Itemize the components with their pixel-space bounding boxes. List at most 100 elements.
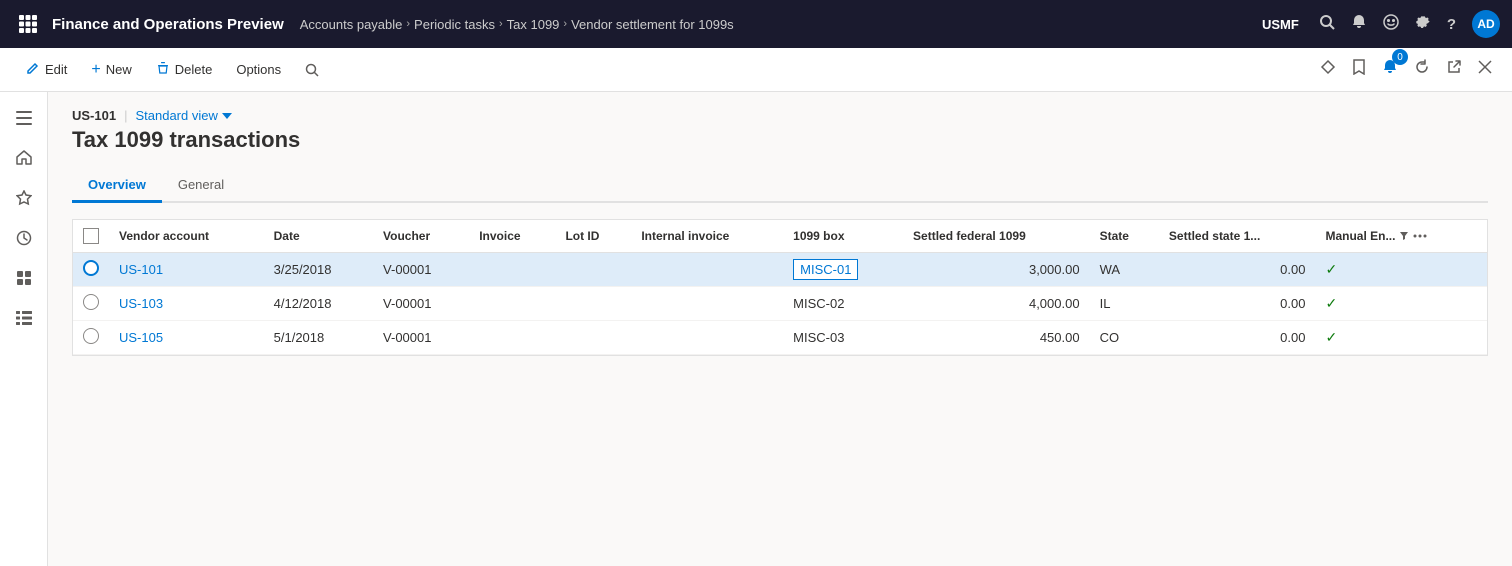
view-divider: | bbox=[124, 108, 127, 123]
state-cell: WA bbox=[1090, 253, 1159, 287]
internal-invoice-cell bbox=[631, 253, 783, 287]
page-title: Tax 1099 transactions bbox=[72, 127, 1488, 153]
table-row[interactable]: US-1013/25/2018V-00001MISC-013,000.00WA0… bbox=[73, 253, 1487, 287]
sidebar bbox=[0, 92, 48, 566]
sidebar-history[interactable] bbox=[6, 220, 42, 256]
chevron-down-icon bbox=[222, 113, 232, 119]
col-filter-icon[interactable] bbox=[1399, 231, 1409, 241]
refresh-icon[interactable] bbox=[1410, 55, 1434, 84]
state-cell: CO bbox=[1090, 321, 1159, 355]
settled-state-cell: 0.00 bbox=[1159, 287, 1316, 321]
manual-en-cell: ✓ bbox=[1315, 321, 1487, 355]
search-icon[interactable] bbox=[1319, 14, 1335, 35]
view-header: US-101 | Standard view bbox=[72, 108, 1488, 123]
edit-icon bbox=[26, 61, 40, 78]
options-label: Options bbox=[236, 62, 281, 77]
breadcrumb-sep-3: › bbox=[563, 18, 567, 30]
col-state: State bbox=[1090, 220, 1159, 253]
date-cell: 3/25/2018 bbox=[264, 253, 373, 287]
manual-en-cell: ✓ bbox=[1315, 253, 1487, 287]
lot-id-cell bbox=[555, 287, 631, 321]
col-manual-en-label: Manual En... bbox=[1325, 229, 1395, 243]
table-row[interactable]: US-1034/12/2018V-00001MISC-024,000.00IL0… bbox=[73, 287, 1487, 321]
options-button[interactable]: Options bbox=[226, 58, 291, 81]
new-button[interactable]: + New bbox=[81, 58, 141, 82]
internal-invoice-cell bbox=[631, 287, 783, 321]
row-checkbox-cell[interactable] bbox=[73, 321, 109, 355]
diamond-icon[interactable] bbox=[1316, 55, 1340, 84]
col-more-icon[interactable] bbox=[1413, 229, 1427, 243]
row-radio[interactable] bbox=[83, 260, 99, 276]
standard-view-label: Standard view bbox=[135, 108, 217, 123]
sidebar-hamburger[interactable] bbox=[6, 100, 42, 136]
breadcrumb: Accounts payable › Periodic tasks › Tax … bbox=[300, 17, 1262, 32]
row-checkbox-cell[interactable] bbox=[73, 287, 109, 321]
breadcrumb-periodic-tasks[interactable]: Periodic tasks bbox=[414, 17, 495, 32]
bookmark-icon[interactable] bbox=[1348, 55, 1370, 84]
close-icon[interactable] bbox=[1474, 56, 1496, 83]
settled-federal-cell: 450.00 bbox=[903, 321, 1090, 355]
vendor-tag: US-101 bbox=[72, 108, 116, 123]
top-bar-right: USMF ? AD bbox=[1262, 10, 1500, 38]
smiley-icon[interactable] bbox=[1383, 14, 1399, 35]
box-1099-cell: MISC-02 bbox=[783, 287, 903, 321]
col-settled-state: Settled state 1... bbox=[1159, 220, 1316, 253]
sidebar-favorites[interactable] bbox=[6, 180, 42, 216]
search-toolbar-button[interactable] bbox=[295, 59, 329, 81]
delete-icon bbox=[156, 61, 170, 78]
breadcrumb-accounts-payable[interactable]: Accounts payable bbox=[300, 17, 403, 32]
vendor-account-cell[interactable]: US-101 bbox=[109, 253, 264, 287]
row-radio[interactable] bbox=[83, 328, 99, 344]
state-cell: IL bbox=[1090, 287, 1159, 321]
open-new-icon[interactable] bbox=[1442, 55, 1466, 84]
vendor-account-cell[interactable]: US-105 bbox=[109, 321, 264, 355]
notification-icon[interactable] bbox=[1351, 14, 1367, 35]
settled-federal-cell: 3,000.00 bbox=[903, 253, 1090, 287]
col-voucher: Voucher bbox=[373, 220, 469, 253]
app-grid-icon[interactable] bbox=[12, 8, 44, 40]
col-invoice: Invoice bbox=[469, 220, 555, 253]
invoice-cell bbox=[469, 287, 555, 321]
voucher-cell: V-00001 bbox=[373, 287, 469, 321]
col-settled-federal: Settled federal 1099 bbox=[903, 220, 1090, 253]
row-radio[interactable] bbox=[83, 294, 99, 310]
edit-label: Edit bbox=[45, 62, 67, 77]
breadcrumb-vendor-settlement[interactable]: Vendor settlement for 1099s bbox=[571, 17, 734, 32]
manual-en-cell: ✓ bbox=[1315, 287, 1487, 321]
date-cell: 4/12/2018 bbox=[264, 287, 373, 321]
notif-count-badge: 0 bbox=[1392, 49, 1408, 65]
col-1099-box: 1099 box bbox=[783, 220, 903, 253]
invoice-cell bbox=[469, 253, 555, 287]
vendor-account-cell[interactable]: US-103 bbox=[109, 287, 264, 321]
action-notif-icon[interactable]: 0 bbox=[1378, 55, 1402, 84]
sidebar-workspace[interactable] bbox=[6, 260, 42, 296]
user-avatar[interactable]: AD bbox=[1472, 10, 1500, 38]
lot-id-cell bbox=[555, 321, 631, 355]
table-row[interactable]: US-1055/1/2018V-00001MISC-03450.00CO0.00… bbox=[73, 321, 1487, 355]
tabs: Overview General bbox=[72, 169, 1488, 203]
header-checkbox[interactable] bbox=[83, 228, 99, 244]
delete-button[interactable]: Delete bbox=[146, 57, 223, 82]
edit-button[interactable]: Edit bbox=[16, 57, 77, 82]
col-date: Date bbox=[264, 220, 373, 253]
tab-overview[interactable]: Overview bbox=[72, 169, 162, 203]
invoice-cell bbox=[469, 321, 555, 355]
selected-box-value[interactable]: MISC-01 bbox=[793, 259, 858, 280]
sidebar-home[interactable] bbox=[6, 140, 42, 176]
voucher-cell: V-00001 bbox=[373, 253, 469, 287]
help-icon[interactable]: ? bbox=[1447, 16, 1456, 33]
tab-general[interactable]: General bbox=[162, 169, 240, 203]
breadcrumb-tax-1099[interactable]: Tax 1099 bbox=[507, 17, 560, 32]
new-plus-icon: + bbox=[91, 62, 100, 78]
header-checkbox-cell[interactable] bbox=[73, 220, 109, 253]
date-cell: 5/1/2018 bbox=[264, 321, 373, 355]
sidebar-list[interactable] bbox=[6, 300, 42, 336]
col-vendor-account: Vendor account bbox=[109, 220, 264, 253]
standard-view-dropdown[interactable]: Standard view bbox=[135, 108, 231, 123]
settled-state-cell: 0.00 bbox=[1159, 321, 1316, 355]
breadcrumb-sep-2: › bbox=[499, 18, 503, 30]
row-checkbox-cell[interactable] bbox=[73, 253, 109, 287]
lot-id-cell bbox=[555, 253, 631, 287]
settings-icon[interactable] bbox=[1415, 14, 1431, 35]
action-bar-right: 0 bbox=[1316, 55, 1496, 84]
